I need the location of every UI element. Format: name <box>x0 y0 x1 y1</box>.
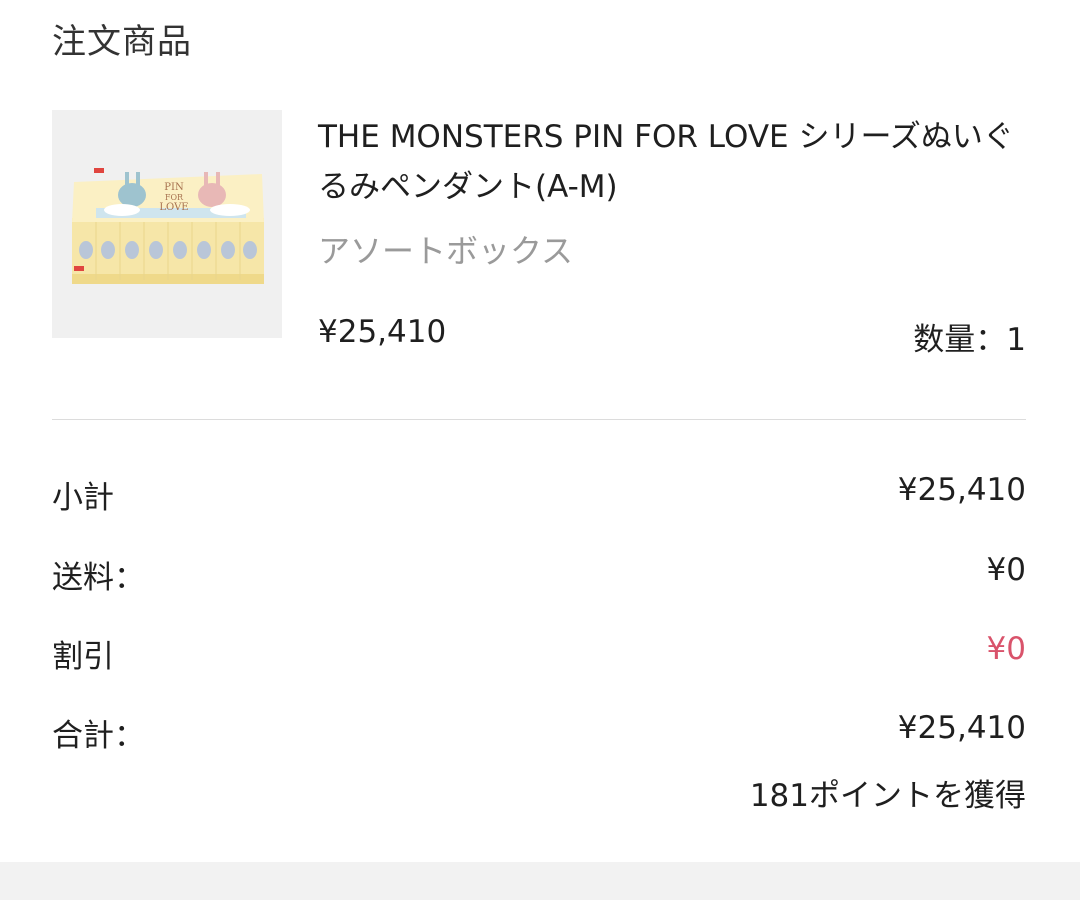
product-name[interactable]: THE MONSTERS PIN FOR LOVE シリーズぬいぐるみペンダント… <box>318 112 1038 212</box>
discount-label: 割引 <box>52 639 114 675</box>
svg-text:FOR: FOR <box>165 193 184 202</box>
product-price: ¥25,410 <box>318 314 447 350</box>
subtotal-label: 小計 <box>52 480 114 516</box>
points-earned: 181ポイントを獲得 <box>749 778 1026 814</box>
footer-separator <box>0 862 1080 900</box>
product-variant: アソートボックス <box>318 232 574 270</box>
shipping-value: ¥0 <box>986 552 1026 588</box>
discount-value: ¥0 <box>986 631 1026 667</box>
product-box-illustration: PIN FOR LOVE <box>72 168 264 284</box>
subtotal-value: ¥25,410 <box>897 472 1026 508</box>
product-image[interactable]: PIN FOR LOVE <box>52 110 282 338</box>
total-label: 合計： <box>52 718 145 754</box>
total-value: ¥25,410 <box>897 710 1026 746</box>
svg-text:LOVE: LOVE <box>159 202 188 213</box>
divider <box>52 419 1026 420</box>
box-logo-text: PIN <box>164 182 184 193</box>
product-quantity: 数量：1 <box>913 322 1026 358</box>
section-title: 注文商品 <box>52 22 192 62</box>
shipping-label: 送料： <box>52 560 145 596</box>
